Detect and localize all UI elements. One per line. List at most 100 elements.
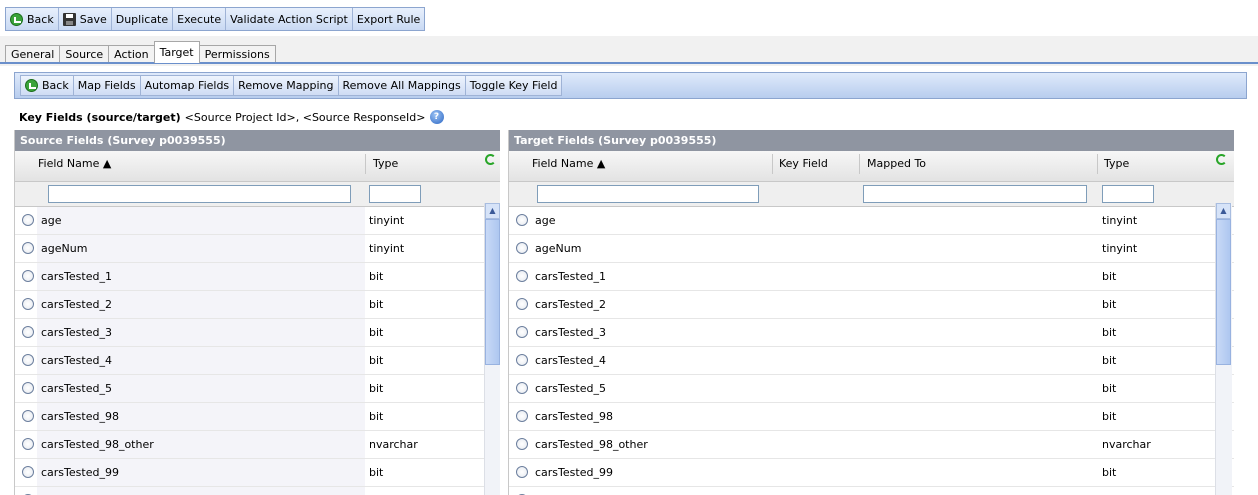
- row-radio[interactable]: [22, 326, 34, 338]
- mapping-toolbar: Back Map Fields Automap Fields Remove Ma…: [14, 72, 1247, 99]
- map-fields-button[interactable]: Map Fields: [74, 76, 141, 95]
- table-row[interactable]: carsTested_98_other nvarchar: [15, 431, 500, 459]
- table-row[interactable]: carsTested_99 bit: [15, 459, 500, 487]
- table-row[interactable]: depttinyint: [509, 487, 1234, 495]
- tab-target[interactable]: Target: [153, 41, 200, 63]
- row-radio[interactable]: [516, 438, 528, 450]
- table-row[interactable]: depttinyint: [15, 487, 500, 495]
- table-row[interactable]: ageNum tinyint: [509, 235, 1234, 263]
- field-type-cell: bit: [1102, 466, 1117, 479]
- source-scrollbar[interactable]: ▲: [484, 203, 500, 495]
- target-col-type[interactable]: Type: [1104, 157, 1129, 170]
- row-radio[interactable]: [516, 410, 528, 422]
- table-row[interactable]: carsTested_98_other nvarchar: [509, 431, 1234, 459]
- mapping-back-button[interactable]: Back: [21, 76, 74, 95]
- field-type-cell: bit: [369, 270, 384, 283]
- refresh-icon[interactable]: [485, 154, 496, 165]
- field-type-cell: tinyint: [1102, 214, 1138, 227]
- table-row[interactable]: carsTested_3 bit: [509, 319, 1234, 347]
- row-radio[interactable]: [22, 242, 34, 254]
- table-row[interactable]: carsTested_99 bit: [509, 459, 1234, 487]
- field-name-cell: age: [535, 214, 556, 227]
- row-radio[interactable]: [22, 438, 34, 450]
- back-button[interactable]: Back: [6, 8, 59, 30]
- source-col-type[interactable]: Type: [373, 157, 398, 170]
- field-name-cell: ageNum: [535, 242, 582, 255]
- scroll-thumb[interactable]: [485, 219, 500, 365]
- table-row[interactable]: carsTested_2 bit: [15, 291, 500, 319]
- row-radio[interactable]: [516, 326, 528, 338]
- export-rule-button[interactable]: Export Rule: [353, 8, 424, 30]
- automap-fields-button[interactable]: Automap Fields: [141, 76, 235, 95]
- row-radio[interactable]: [22, 214, 34, 226]
- remove-all-mappings-button[interactable]: Remove All Mappings: [339, 76, 466, 95]
- row-radio[interactable]: [516, 214, 528, 226]
- row-radio[interactable]: [516, 382, 528, 394]
- field-type-cell: bit: [1102, 270, 1117, 283]
- back-icon: [25, 79, 38, 92]
- table-row[interactable]: carsTested_3 bit: [15, 319, 500, 347]
- tab-action[interactable]: Action: [108, 45, 155, 63]
- table-row[interactable]: carsTested_4 bit: [15, 347, 500, 375]
- table-row[interactable]: ageNum tinyint: [15, 235, 500, 263]
- field-type-cell: bit: [369, 298, 384, 311]
- toggle-key-field-button[interactable]: Toggle Key Field: [466, 76, 562, 95]
- target-mapped-to-filter[interactable]: [863, 185, 1087, 203]
- table-row[interactable]: carsTested_1 bit: [15, 263, 500, 291]
- row-radio[interactable]: [22, 410, 34, 422]
- target-rows: age tinyint ageNum tinyint carsTested_1 bit ca…: [509, 207, 1234, 495]
- row-radio[interactable]: [22, 466, 34, 478]
- tab-general[interactable]: General: [5, 45, 61, 63]
- source-field-name-filter[interactable]: [48, 185, 351, 203]
- help-icon[interactable]: ?: [429, 110, 444, 124]
- table-row[interactable]: age tinyint: [509, 207, 1234, 235]
- refresh-icon[interactable]: [1216, 154, 1227, 165]
- scroll-up-icon[interactable]: ▲: [1216, 203, 1231, 219]
- field-type-cell: bit: [369, 466, 384, 479]
- execute-button[interactable]: Execute: [173, 8, 227, 30]
- table-row[interactable]: carsTested_5 bit: [15, 375, 500, 403]
- scroll-up-icon[interactable]: ▲: [485, 203, 500, 219]
- field-type-cell: tinyint: [1102, 242, 1138, 255]
- row-radio[interactable]: [22, 382, 34, 394]
- key-fields-line: Key Fields (source/target) <Source Proje…: [19, 110, 444, 124]
- target-field-name-filter[interactable]: [537, 185, 759, 203]
- source-type-filter[interactable]: [369, 185, 421, 203]
- source-filter-row: [15, 182, 500, 207]
- source-col-field-name[interactable]: Field Name ▲: [38, 157, 111, 170]
- target-col-mapped-to[interactable]: Mapped To: [867, 157, 926, 170]
- table-row[interactable]: carsTested_2 bit: [509, 291, 1234, 319]
- row-radio[interactable]: [22, 298, 34, 310]
- save-button[interactable]: Save: [59, 8, 112, 30]
- table-row[interactable]: carsTested_4 bit: [509, 347, 1234, 375]
- field-name-cell: carsTested_1: [41, 270, 112, 283]
- target-col-field-name[interactable]: Field Name ▲: [532, 157, 605, 170]
- table-row[interactable]: carsTested_98 bit: [15, 403, 500, 431]
- remove-mapping-button[interactable]: Remove Mapping: [234, 76, 339, 95]
- field-type-cell: bit: [369, 326, 384, 339]
- row-radio[interactable]: [516, 466, 528, 478]
- row-radio[interactable]: [516, 270, 528, 282]
- tab-permissions[interactable]: Permissions: [198, 45, 276, 63]
- field-type-cell: tinyint: [369, 242, 405, 255]
- target-scrollbar[interactable]: ▲: [1215, 203, 1232, 495]
- row-radio[interactable]: [516, 242, 528, 254]
- table-row[interactable]: carsTested_1 bit: [509, 263, 1234, 291]
- target-filter-row: [509, 182, 1234, 207]
- table-row[interactable]: age tinyint: [15, 207, 500, 235]
- row-radio[interactable]: [22, 354, 34, 366]
- save-icon: [62, 12, 76, 26]
- row-radio[interactable]: [22, 270, 34, 282]
- table-row[interactable]: carsTested_98 bit: [509, 403, 1234, 431]
- row-radio[interactable]: [516, 298, 528, 310]
- tab-bar: General Source Action Target Permissions: [5, 41, 276, 63]
- tab-source[interactable]: Source: [59, 45, 110, 63]
- table-row[interactable]: carsTested_5 bit: [509, 375, 1234, 403]
- target-col-key-field[interactable]: Key Field: [779, 157, 828, 170]
- target-type-filter[interactable]: [1102, 185, 1154, 203]
- scroll-thumb[interactable]: [1216, 219, 1231, 365]
- field-type-cell: nvarchar: [1102, 438, 1151, 451]
- validate-action-script-button[interactable]: Validate Action Script: [226, 8, 353, 30]
- duplicate-button[interactable]: Duplicate: [112, 8, 174, 30]
- row-radio[interactable]: [516, 354, 528, 366]
